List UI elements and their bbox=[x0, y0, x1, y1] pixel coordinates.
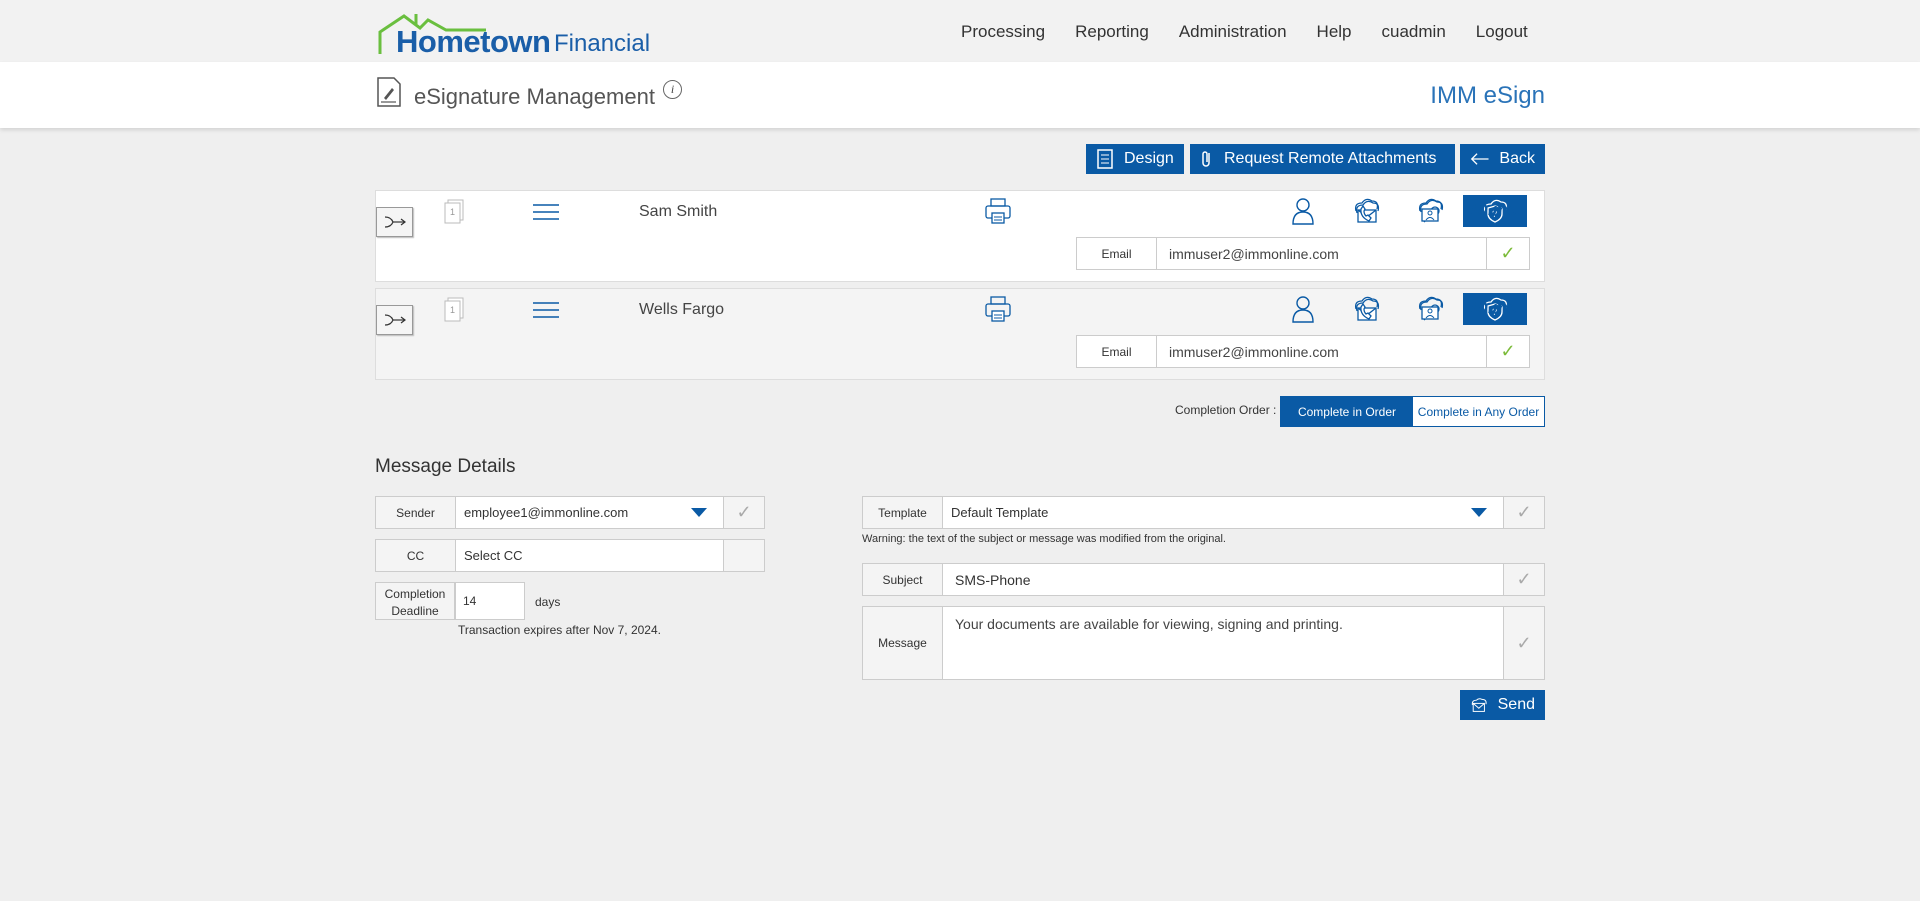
document-copy-icon[interactable]: 1 bbox=[443, 297, 465, 323]
auth-none-option[interactable] bbox=[1271, 195, 1335, 227]
title-bar: eSignature Management i IMM eSign bbox=[0, 62, 1920, 128]
nav-administration[interactable]: Administration bbox=[1179, 22, 1287, 42]
message-label: Message bbox=[863, 607, 943, 679]
cc-input[interactable]: Select CC bbox=[456, 540, 723, 571]
subject-label: Subject bbox=[863, 564, 943, 595]
idme-logo: ID.me bbox=[1470, 298, 1518, 317]
template-label: Template bbox=[863, 497, 943, 528]
signer-email-field[interactable]: immuser2@immonline.com bbox=[1157, 238, 1487, 269]
printer-icon[interactable] bbox=[984, 295, 1012, 323]
template-warning: Warning: the text of the subject or mess… bbox=[862, 533, 1226, 545]
check-icon: ✓ bbox=[1503, 607, 1544, 679]
subject-input[interactable]: SMS-Phone bbox=[943, 564, 1503, 595]
list-document-icon bbox=[1097, 149, 1113, 169]
info-icon[interactable]: i bbox=[663, 80, 682, 99]
auth-id-photo-option[interactable] bbox=[1398, 292, 1462, 324]
cloud-id-card-icon bbox=[1418, 296, 1443, 320]
sender-label: Sender bbox=[376, 497, 456, 528]
complete-any-order-button[interactable]: Complete in Any Order bbox=[1413, 397, 1544, 426]
signer-email-row: Email immuser2@immonline.com ✓ bbox=[1076, 335, 1530, 368]
nav-processing[interactable]: Processing bbox=[961, 22, 1045, 42]
check-icon: ✓ bbox=[1500, 341, 1516, 361]
auth-idme-option[interactable]: ID.me bbox=[1462, 292, 1526, 324]
completion-deadline-input[interactable]: 14 bbox=[455, 582, 525, 620]
nav-logout[interactable]: Logout bbox=[1476, 22, 1528, 42]
brand-name-primary: Hometown bbox=[396, 24, 551, 59]
nav-help[interactable]: Help bbox=[1317, 22, 1352, 42]
email-label: Email bbox=[1077, 238, 1157, 269]
cloud-phone-icon bbox=[1354, 198, 1379, 222]
completion-order-toggle: Complete in Order Complete in Any Order bbox=[1280, 396, 1545, 427]
document-count: 1 bbox=[450, 207, 455, 217]
auth-phone-option[interactable] bbox=[1334, 194, 1398, 226]
check-icon: ✓ bbox=[1503, 497, 1544, 528]
envelope-send-icon bbox=[1471, 698, 1487, 712]
paperclip-icon bbox=[1202, 151, 1210, 167]
dropdown-caret-icon bbox=[1471, 508, 1487, 517]
template-select[interactable]: Default Template bbox=[943, 497, 1503, 528]
auth-id-photo-option[interactable] bbox=[1398, 194, 1462, 226]
completion-deadline-label: Completion Deadline bbox=[375, 582, 455, 620]
back-button[interactable]: Back bbox=[1460, 144, 1545, 174]
arrow-left-icon bbox=[1470, 153, 1489, 165]
request-attachments-label: Request Remote Attachments bbox=[1224, 150, 1437, 167]
nav-reporting[interactable]: Reporting bbox=[1075, 22, 1149, 42]
message-textarea[interactable]: Your documents are available for viewing… bbox=[943, 607, 1503, 679]
expiration-notice: Transaction expires after Nov 7, 2024. bbox=[458, 623, 661, 637]
document-signature-icon bbox=[377, 77, 401, 107]
auth-none-option[interactable] bbox=[1271, 293, 1335, 325]
document-count: 1 bbox=[450, 305, 455, 315]
send-button-label: Send bbox=[1497, 696, 1535, 713]
check-icon: ✓ bbox=[1500, 243, 1516, 263]
message-row: Message Your documents are available for… bbox=[862, 606, 1545, 680]
person-icon bbox=[1292, 198, 1314, 225]
send-button[interactable]: Send bbox=[1460, 690, 1545, 720]
sender-row: Sender employee1@immonline.com ✓ bbox=[375, 496, 765, 529]
route-arrow-icon bbox=[384, 314, 406, 326]
menu-icon[interactable] bbox=[533, 301, 559, 319]
route-button[interactable] bbox=[376, 305, 413, 335]
person-icon bbox=[1292, 296, 1314, 323]
cloud-phone-icon bbox=[1354, 296, 1379, 320]
signer-name: Sam Smith bbox=[639, 203, 718, 220]
cloud-id-card-icon bbox=[1418, 198, 1443, 222]
menu-icon[interactable] bbox=[533, 203, 559, 221]
complete-in-order-button[interactable]: Complete in Order bbox=[1281, 397, 1413, 426]
idme-logo: ID.me bbox=[1470, 200, 1518, 219]
signer-name: Wells Fargo bbox=[639, 301, 725, 318]
message-details-title: Message Details bbox=[375, 456, 516, 477]
signer-email-field[interactable]: immuser2@immonline.com bbox=[1157, 336, 1487, 367]
email-label: Email bbox=[1077, 336, 1157, 367]
dropdown-caret-icon bbox=[691, 508, 707, 517]
printer-icon[interactable] bbox=[984, 197, 1012, 225]
design-button[interactable]: Design bbox=[1086, 144, 1184, 174]
template-row: Template Default Template ✓ bbox=[862, 496, 1545, 529]
subject-row: Subject SMS-Phone ✓ bbox=[862, 563, 1545, 596]
auth-phone-option[interactable] bbox=[1334, 292, 1398, 324]
top-bar: Hometown Financial Processing Reporting … bbox=[0, 0, 1920, 62]
route-arrow-icon bbox=[384, 216, 406, 228]
brand-name-secondary: Financial bbox=[554, 30, 651, 57]
back-button-label: Back bbox=[1499, 150, 1535, 167]
request-attachments-button[interactable]: Request Remote Attachments bbox=[1190, 144, 1455, 174]
sender-select[interactable]: employee1@immonline.com bbox=[456, 497, 723, 528]
main-nav: Processing Reporting Administration Help… bbox=[961, 22, 1558, 42]
auth-idme-option[interactable]: ID.me bbox=[1462, 194, 1526, 226]
page-title: eSignature Management bbox=[414, 84, 655, 109]
design-button-label: Design bbox=[1124, 150, 1174, 167]
cc-label: CC bbox=[376, 540, 456, 571]
document-copy-icon[interactable]: 1 bbox=[443, 199, 465, 225]
completion-order-label: Completion Order : bbox=[1175, 403, 1277, 417]
check-icon: ✓ bbox=[723, 497, 764, 528]
template-value: Default Template bbox=[951, 505, 1049, 520]
cc-row: CC Select CC bbox=[375, 539, 765, 572]
brand-logo[interactable]: Hometown Financial bbox=[376, 10, 650, 59]
signer-email-row: Email immuser2@immonline.com ✓ bbox=[1076, 237, 1530, 270]
nav-user[interactable]: cuadmin bbox=[1382, 22, 1446, 42]
app-name: IMM eSign bbox=[1430, 82, 1545, 109]
route-button[interactable] bbox=[376, 207, 413, 237]
check-icon: ✓ bbox=[1503, 564, 1544, 595]
deadline-unit: days bbox=[535, 595, 561, 609]
sender-value: employee1@immonline.com bbox=[464, 505, 629, 520]
